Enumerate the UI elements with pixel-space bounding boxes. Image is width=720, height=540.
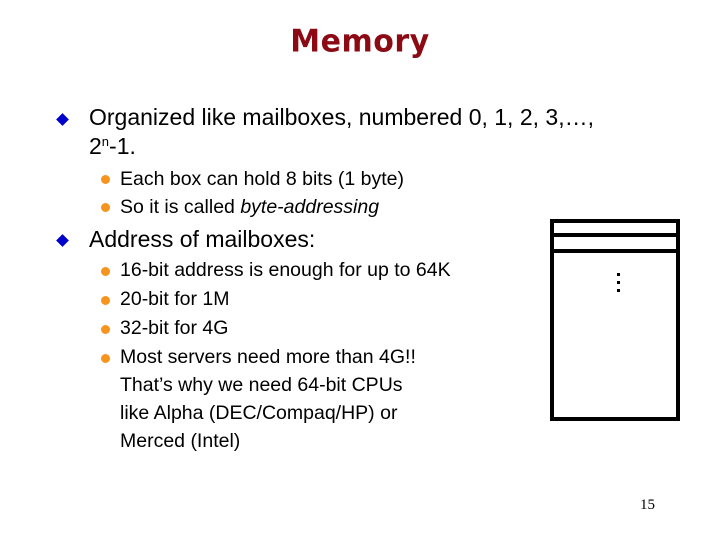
slide-title: Memory: [290, 23, 430, 60]
mailbox-divider: [554, 233, 676, 237]
sub-bullet-2-4-line-3: like Alpha (DEC/Compaq/HP) or: [120, 402, 398, 424]
prefix: So it is called: [120, 196, 241, 218]
ellipsis-dot: [617, 273, 620, 276]
dot-bullet-icon: [101, 175, 110, 184]
sub-bullet-2-1: 16-bit address is enough for up to 64K: [120, 259, 451, 281]
dot-bullet-icon: [101, 354, 110, 363]
page-number: 15: [640, 497, 655, 513]
bullet-2-text: Address of mailboxes:: [89, 226, 316, 252]
sub-bullet-2-4-line-1: Most servers need more than 4G!!: [120, 346, 416, 368]
ellipsis-dot: [617, 281, 620, 284]
dot-bullet-icon: [101, 296, 110, 305]
bullet-1-line-1: Organized like mailboxes, numbered 0, 1,…: [89, 104, 594, 130]
sub-bullet-2-4-line-4: Merced (Intel): [120, 430, 241, 452]
diamond-bullet-icon: [56, 234, 69, 247]
sub-bullet-2-3: 32-bit for 4G: [120, 317, 229, 339]
dot-bullet-icon: [101, 325, 110, 334]
italic-term: byte-addressing: [240, 196, 380, 218]
ellipsis-dot: [617, 289, 620, 292]
sub-bullet-2-2: 20-bit for 1M: [120, 288, 230, 310]
sub-bullet-1-1: Each box can hold 8 bits (1 byte): [120, 168, 404, 190]
vertical-ellipsis-icon: [617, 273, 620, 297]
dot-bullet-icon: [101, 203, 110, 212]
bullet-1-line-2: 2n-1.: [89, 132, 136, 161]
suffix: -1.: [109, 133, 136, 159]
exponent: n: [101, 134, 110, 149]
sub-bullet-2-4-line-2: That’s why we need 64-bit CPUs: [120, 374, 403, 396]
dot-bullet-icon: [101, 267, 110, 276]
diamond-bullet-icon: [56, 113, 69, 126]
mailbox-divider: [554, 249, 676, 253]
base: 2: [89, 133, 102, 159]
memory-mailboxes-diagram: [550, 219, 680, 421]
sub-bullet-1-2: So it is called byte-addressing: [120, 193, 379, 222]
